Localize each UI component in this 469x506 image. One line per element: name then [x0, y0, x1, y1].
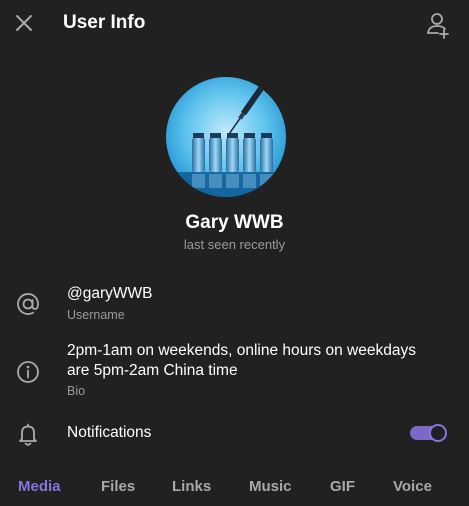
username-row[interactable]: @garyWWB Username: [0, 276, 469, 332]
add-contact-button[interactable]: [423, 11, 451, 39]
tab-music[interactable]: Music: [249, 478, 292, 495]
notifications-toggle[interactable]: [410, 424, 447, 442]
tab-gif[interactable]: GIF: [330, 478, 355, 495]
close-icon: [16, 15, 32, 31]
bio-label: Bio: [67, 384, 86, 398]
page-title: User Info: [63, 12, 146, 33]
bio-line-1: 2pm-1am on weekends, online hours on wee…: [67, 342, 416, 359]
tab-voice[interactable]: Voice: [393, 478, 432, 495]
add-user-icon: [427, 13, 449, 39]
user-info-panel: User Info Gary WWB last seen recently @g…: [0, 0, 469, 506]
profile-name: Gary WWB: [185, 212, 284, 233]
vaccine-vials-image: [166, 77, 286, 197]
bio-line-2: are 5pm-2am China time: [67, 362, 238, 379]
tab-media[interactable]: Media: [18, 478, 61, 495]
at-sign-icon: [17, 293, 39, 315]
tab-files[interactable]: Files: [101, 478, 135, 495]
notifications-row[interactable]: Notifications: [0, 416, 469, 452]
toggle-knob: [429, 424, 447, 442]
notifications-label: Notifications: [67, 424, 152, 441]
info-icon: [17, 361, 39, 383]
username-value: @garyWWB: [67, 285, 153, 302]
media-tabs: Media Files Links Music GIF Voice: [0, 466, 469, 506]
bell-icon: [19, 423, 37, 446]
close-button[interactable]: [12, 11, 36, 35]
header: User Info: [0, 0, 469, 48]
last-seen-status: last seen recently: [183, 237, 286, 252]
tab-links[interactable]: Links: [172, 478, 211, 495]
bio-row[interactable]: 2pm-1am on weekends, online hours on wee…: [0, 336, 469, 402]
username-label: Username: [67, 308, 125, 322]
avatar[interactable]: [166, 77, 286, 197]
